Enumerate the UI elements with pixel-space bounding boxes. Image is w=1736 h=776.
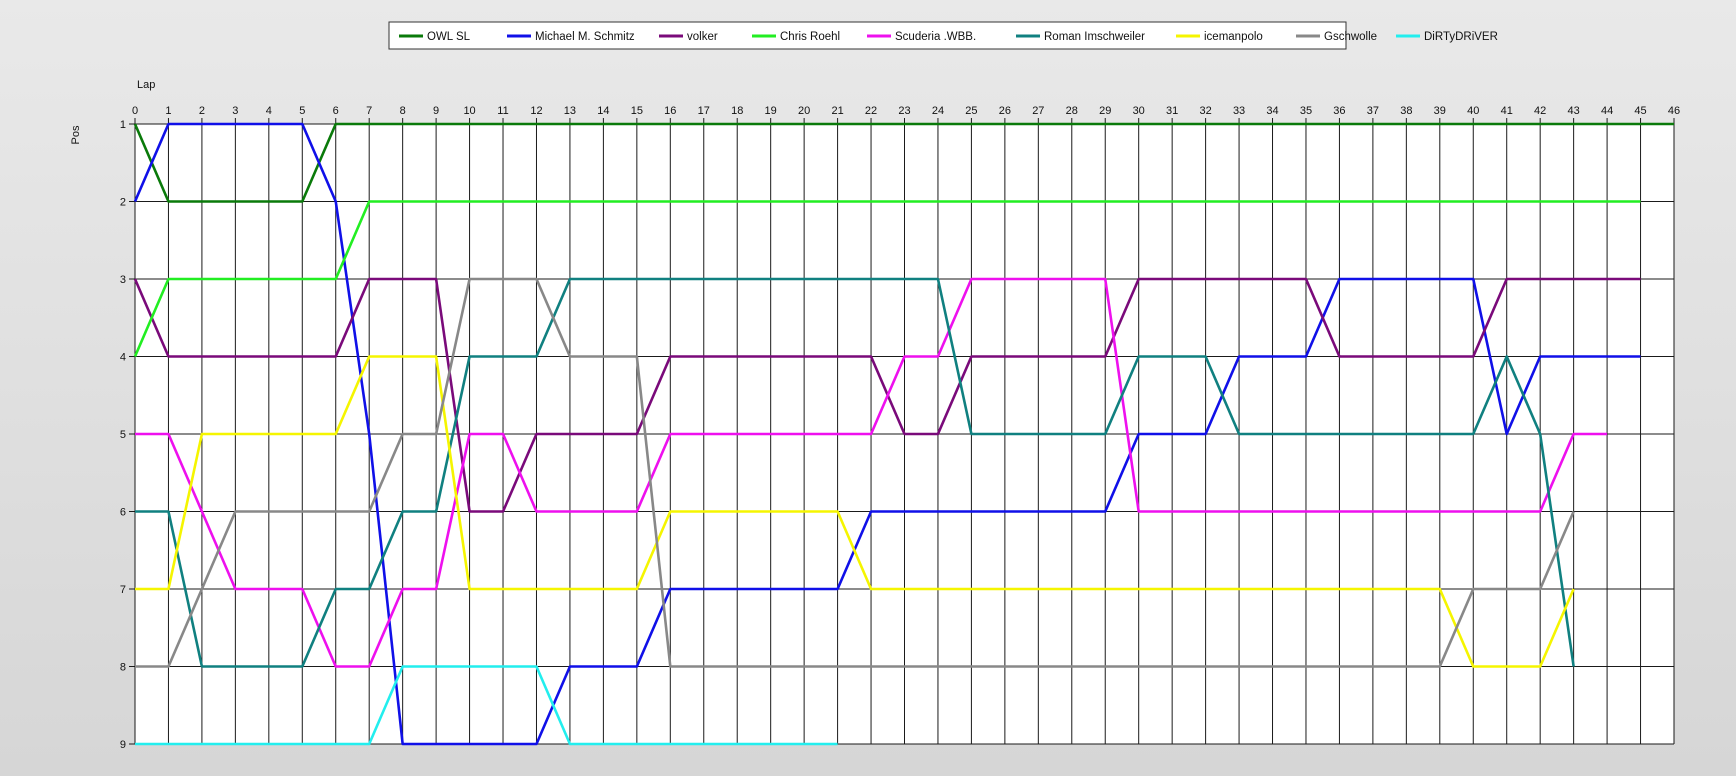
legend-label-dirtydriver: DiRTyDRiVER bbox=[1424, 31, 1498, 43]
x-tick-label: 23 bbox=[898, 105, 910, 117]
lap-chart: OWL SL Michael M. Schmitz volker Chris Roeh… bbox=[70, 21, 1680, 751]
legend-label-roman-imschweiler: Roman Imschweiler bbox=[1044, 31, 1145, 43]
x-tick-label: 28 bbox=[1066, 105, 1078, 117]
legend-label-owl-sl: OWL SL bbox=[427, 31, 471, 43]
x-tick-label: 14 bbox=[597, 105, 609, 117]
x-tick-label: 31 bbox=[1166, 105, 1178, 117]
x-tick-label: 29 bbox=[1099, 105, 1111, 117]
x-tick-label: 26 bbox=[999, 105, 1011, 117]
x-tick-label: 22 bbox=[865, 105, 877, 117]
y-tick-label: 5 bbox=[120, 429, 126, 441]
x-tick-label: 13 bbox=[564, 105, 576, 117]
x-tick-label: 39 bbox=[1434, 105, 1446, 117]
y-axis-title: Pos bbox=[70, 125, 82, 144]
legend-label-gschwolle: Gschwolle bbox=[1324, 31, 1377, 43]
x-tick-label: 1 bbox=[165, 105, 171, 117]
x-tick-label: 45 bbox=[1634, 105, 1646, 117]
x-tick-label: 10 bbox=[463, 105, 475, 117]
y-tick-label: 6 bbox=[120, 507, 126, 519]
x-tick-label: 11 bbox=[497, 105, 508, 117]
x-tick-label: 24 bbox=[932, 105, 944, 117]
x-tick-label: 38 bbox=[1400, 105, 1412, 117]
x-tick-label: 30 bbox=[1133, 105, 1145, 117]
x-tick-label: 34 bbox=[1266, 105, 1278, 117]
y-tick-labels: 1 2 3 4 5 6 7 8 9 bbox=[120, 119, 126, 751]
x-tick-label: 33 bbox=[1233, 105, 1245, 117]
legend: OWL SL Michael M. Schmitz volker Chris Roeh… bbox=[388, 21, 1498, 50]
x-tick-label: 35 bbox=[1300, 105, 1312, 117]
legend-label-scuderia-wbb: Scuderia .WBB. bbox=[895, 31, 976, 43]
x-tick-label: 5 bbox=[299, 105, 305, 117]
x-tick-label: 9 bbox=[433, 105, 439, 117]
x-tick-label: 20 bbox=[798, 105, 810, 117]
x-tick-label: 3 bbox=[232, 105, 238, 117]
legend-label-chris-roehl: Chris Roehl bbox=[780, 31, 840, 43]
x-tick-label: 36 bbox=[1333, 105, 1345, 117]
y-tick-label: 9 bbox=[120, 739, 126, 751]
x-tick-labels: 0 1 2 3 4 5 6 7 8 9 10 11 12 13 14 15 16 17 18 19 20 21 22 23 24… bbox=[132, 105, 1680, 117]
x-tick-label: 7 bbox=[366, 105, 372, 117]
x-axis-title: Lap bbox=[137, 79, 155, 91]
legend-label-volker: volker bbox=[687, 31, 718, 43]
y-tick-label: 4 bbox=[120, 352, 126, 364]
x-tick-label: 43 bbox=[1568, 105, 1580, 117]
x-tick-label: 41 bbox=[1501, 105, 1513, 117]
x-tick-label: 37 bbox=[1367, 105, 1379, 117]
x-tick-label: 42 bbox=[1534, 105, 1546, 117]
x-tick-label: 6 bbox=[333, 105, 339, 117]
y-tick-label: 8 bbox=[120, 662, 126, 674]
x-tick-label: 15 bbox=[631, 105, 643, 117]
x-tick-label: 32 bbox=[1199, 105, 1211, 117]
x-tick-label: 18 bbox=[731, 105, 743, 117]
x-tick-label: 25 bbox=[965, 105, 977, 117]
x-tick-label: 19 bbox=[765, 105, 777, 117]
y-tick-label: 1 bbox=[120, 119, 126, 131]
legend-label-icemanpolo: icemanpolo bbox=[1204, 31, 1263, 43]
x-tick-label: 17 bbox=[698, 105, 710, 117]
x-tick-label: 4 bbox=[266, 105, 272, 117]
x-tick-label: 0 bbox=[132, 105, 138, 117]
x-tick-label: 44 bbox=[1601, 105, 1613, 117]
x-tick-label: 2 bbox=[199, 105, 205, 117]
x-tick-label: 16 bbox=[664, 105, 676, 117]
y-tick-label: 2 bbox=[120, 197, 126, 209]
x-tick-label: 46 bbox=[1668, 105, 1680, 117]
x-tick-label: 21 bbox=[831, 105, 843, 117]
x-tick-label: 12 bbox=[530, 105, 542, 117]
x-tick-label: 40 bbox=[1467, 105, 1479, 117]
y-tick-label: 3 bbox=[120, 274, 126, 286]
x-tick-label: 8 bbox=[400, 105, 406, 117]
y-tick-label: 7 bbox=[120, 584, 126, 596]
x-tick-label: 27 bbox=[1032, 105, 1044, 117]
legend-label-michael-m-schmitz: Michael M. Schmitz bbox=[535, 31, 635, 43]
